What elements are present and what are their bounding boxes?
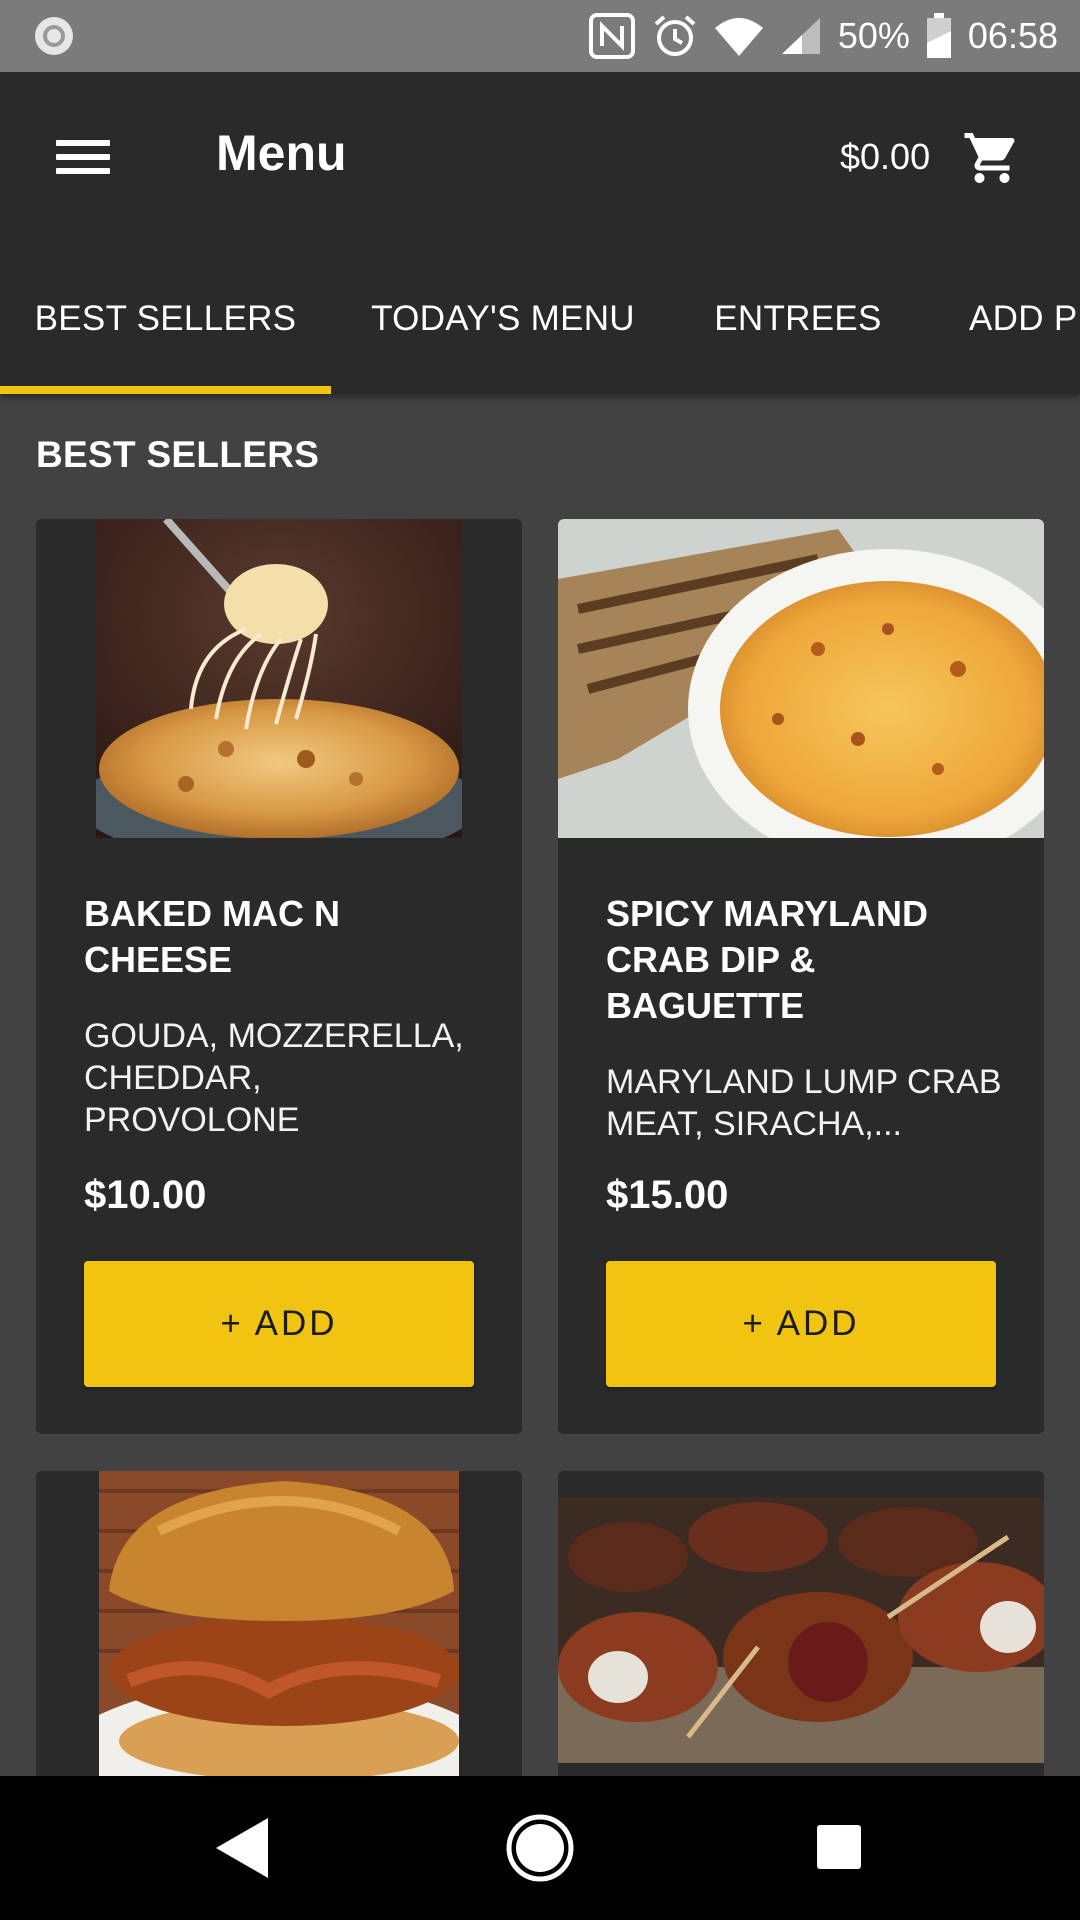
category-tabs: BEST SELLERS TODAY'S MENU ENTREES ADD PR <box>0 244 1080 394</box>
status-bar: 50% 06:58 <box>0 0 1080 72</box>
mac-n-cheese-image <box>96 519 462 838</box>
item-name: BAKED MAC N CHEESE <box>84 893 340 980</box>
section-title: BEST SELLERS <box>36 434 320 475</box>
add-button[interactable]: + ADD <box>84 1261 474 1387</box>
tab-best-sellers[interactable]: BEST SELLERS <box>0 244 331 394</box>
cart-total[interactable]: $0.00 <box>840 136 930 178</box>
system-nav-bar <box>0 1776 1080 1920</box>
alarm-icon <box>652 13 698 59</box>
menu-item-card[interactable]: BAKED MAC N CHEESE GOUDA, MOZZERELLA, CH… <box>36 519 522 1434</box>
add-button[interactable]: + ADD <box>606 1261 996 1387</box>
page-title: Menu <box>216 125 347 181</box>
nfc-icon <box>588 12 636 60</box>
item-price: $10.00 <box>84 1173 207 1217</box>
app-bar: Menu $0.00 <box>0 72 1080 244</box>
tab-indicator <box>0 386 331 394</box>
wifi-icon <box>714 14 764 58</box>
item-description: MARYLAND LUMP CRAB MEAT, SIRACHA,... <box>606 1063 1002 1143</box>
chicken-sandwich-image <box>99 1471 459 1776</box>
menu-item-card[interactable]: SPICY MARYLAND CRAB DIP & BAGUETTE MARYL… <box>558 519 1044 1434</box>
tab-add-pr[interactable]: ADD PR <box>921 244 1080 394</box>
item-price: $15.00 <box>606 1173 729 1217</box>
tab-todays-menu[interactable]: TODAY'S MENU <box>331 244 675 394</box>
recents-square-icon[interactable] <box>816 1824 862 1870</box>
item-description: GOUDA, MOZZERELLA, CHEDDAR, PROVOLONE <box>84 1017 464 1139</box>
hamburger-menu-icon[interactable] <box>50 132 118 182</box>
notification-circle-icon <box>32 14 76 58</box>
tab-entrees[interactable]: ENTREES <box>675 244 921 394</box>
battery-percent: 50% <box>837 15 910 56</box>
cell-signal-icon <box>780 16 822 56</box>
shopping-cart-icon[interactable] <box>962 128 1022 188</box>
back-triangle-icon[interactable] <box>214 1816 270 1880</box>
home-circle-icon[interactable] <box>506 1814 574 1882</box>
status-icons: 50% 06:58 <box>588 0 1058 72</box>
crab-dip-image <box>558 519 1044 838</box>
battery-icon <box>926 13 952 59</box>
item-name: SPICY MARYLAND CRAB DIP & BAGUETTE <box>606 893 929 1026</box>
bacon-wrapped-dates-image <box>558 1497 1044 1763</box>
clock-time: 06:58 <box>967 15 1058 56</box>
